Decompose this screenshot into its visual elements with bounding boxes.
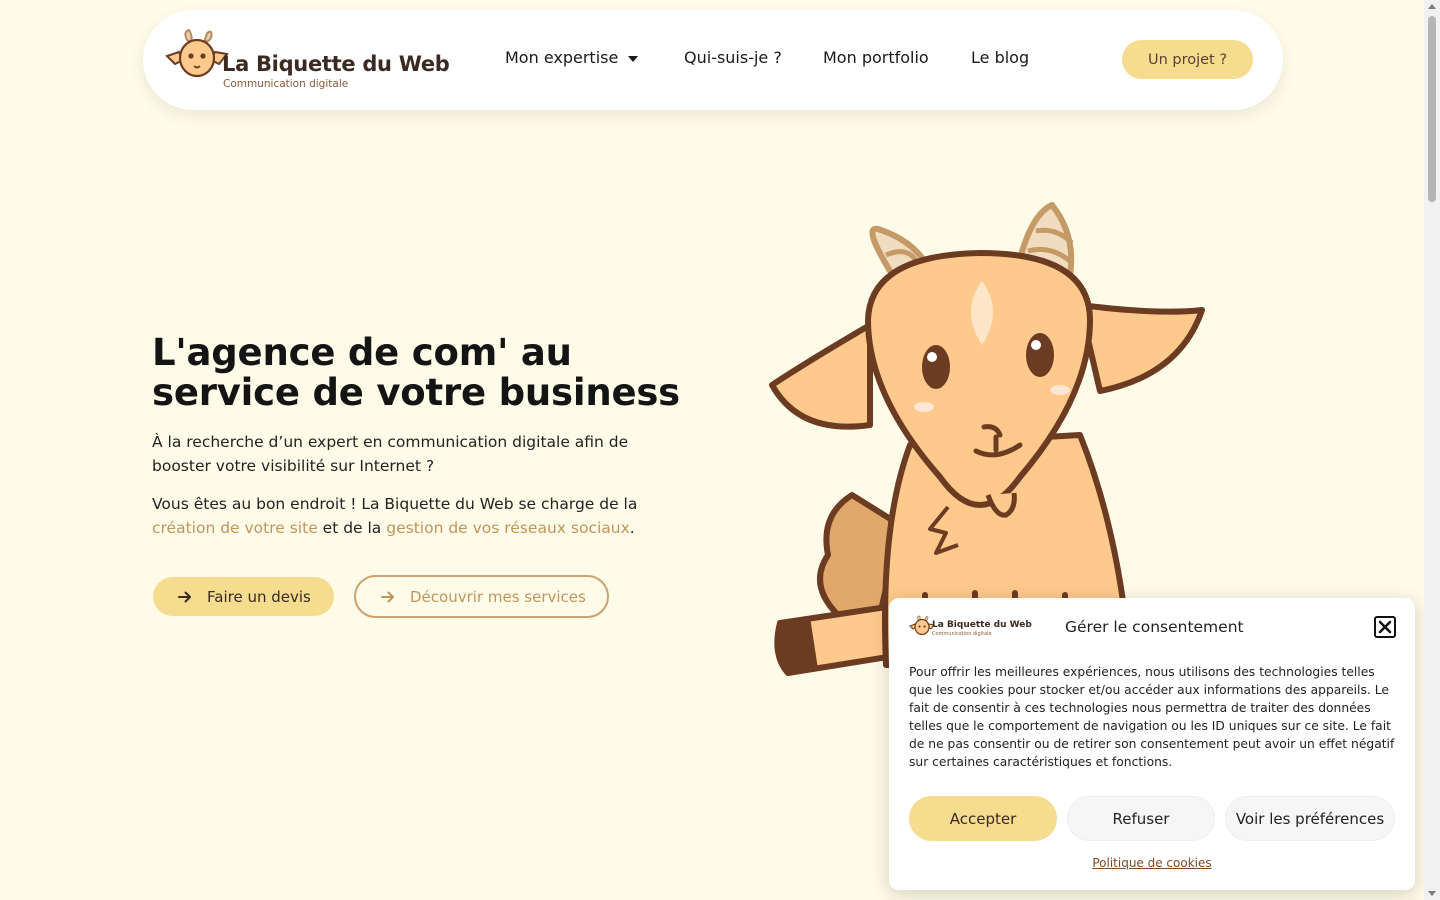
services-button[interactable]: Découvrir mes services [354, 575, 609, 618]
consent-text: Pour offrir les meilleures expériences, … [909, 665, 1395, 769]
nav-item-qui-suis-je[interactable]: Qui-suis-je ? [684, 48, 782, 67]
cookie-policy-link[interactable]: Politique de cookies [889, 856, 1415, 870]
website-creation-link[interactable]: création de votre site [152, 519, 318, 537]
consent-title: Gérer le consentement [1065, 618, 1244, 636]
quote-button[interactable]: Faire un devis [153, 577, 334, 616]
scroll-up-arrow[interactable] [1428, 4, 1436, 9]
hero-title: L'agence de com' au service de votre bus… [152, 333, 712, 413]
hero-title-line-1: L'agence de com' au [152, 331, 572, 374]
scroll-thumb[interactable] [1428, 16, 1436, 202]
consent-logo-name: La Biquette du Web [932, 620, 1032, 630]
page-scrollbar[interactable] [1424, 0, 1440, 900]
consent-logo-tagline: Communication digitale [932, 631, 992, 637]
project-cta-button[interactable]: Un projet ? [1122, 40, 1253, 79]
nav-item-mon-expertise[interactable]: Mon expertise [505, 48, 639, 67]
social-media-link[interactable]: gestion de vos réseaux sociaux [386, 519, 630, 537]
refuse-cookies-button[interactable]: Refuser [1067, 796, 1215, 841]
quote-button-label: Faire un devis [207, 587, 311, 606]
page: La Biquette du Web Communication digital… [0, 0, 1424, 900]
cookie-consent-dialog: La Biquette du Web Communication digital… [889, 598, 1415, 890]
close-consent-button[interactable] [1374, 616, 1396, 638]
hero-text-part: Vous êtes au bon endroit ! La Biquette d… [152, 495, 638, 513]
logo-tagline: Communication digitale [223, 78, 349, 90]
scroll-down-arrow[interactable] [1428, 891, 1436, 896]
site-logo[interactable]: La Biquette du Web Communication digital… [165, 28, 450, 94]
consent-logo: La Biquette du Web Communication digital… [909, 612, 1032, 640]
logo-name: La Biquette du Web [222, 52, 450, 76]
services-button-label: Découvrir mes services [410, 587, 586, 606]
accept-cookies-button[interactable]: Accepter [909, 796, 1057, 841]
nav-label: Mon expertise [505, 48, 619, 67]
hero-intro: À la recherche d’un expert en communicat… [152, 433, 629, 475]
arrow-right-icon [178, 591, 191, 602]
nav-item-le-blog[interactable]: Le blog [971, 48, 1029, 67]
nav-item-mon-portfolio[interactable]: Mon portfolio [823, 48, 929, 67]
view-preferences-button[interactable]: Voir les préférences [1225, 796, 1395, 841]
hero-text-part: . [629, 519, 635, 537]
site-header: La Biquette du Web Communication digital… [143, 10, 1283, 110]
hero-description: Vous êtes au bon endroit ! La Biquette d… [152, 492, 672, 540]
arrow-right-icon [381, 591, 394, 602]
goat-logo-icon [165, 28, 229, 78]
close-icon [1378, 620, 1392, 634]
hero-text-part: et de la [317, 519, 387, 537]
hero-title-line-2: service de votre business [152, 371, 680, 414]
chevron-down-icon [628, 55, 639, 62]
